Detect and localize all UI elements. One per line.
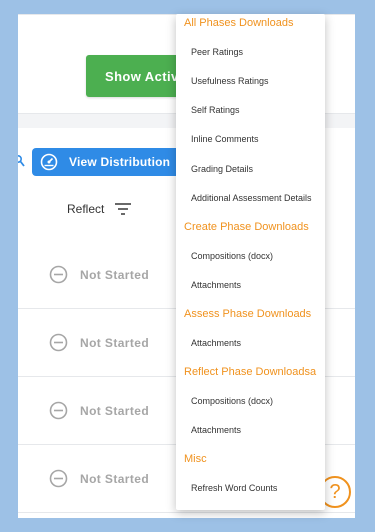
reflect-column-label: Reflect [67,202,105,216]
status-not-started: Not Started [49,401,149,420]
menu-item-attachments[interactable]: Attachments [191,280,241,290]
status-not-started: Not Started [49,265,149,284]
status-not-started: Not Started [49,469,149,488]
speedometer-icon [40,153,58,171]
menu-section-reflect-phase: Reflect Phase Downloadsa [184,366,317,378]
menu-item-compositions-docx[interactable]: Compositions (docx) [191,396,273,406]
status-not-started: Not Started [49,333,149,352]
menu-item-additional-assessment-details[interactable]: Additional Assessment Details [191,193,312,203]
menu-item-refresh-word-counts[interactable]: Refresh Word Counts [191,483,277,493]
minus-circle-icon [49,333,68,352]
menu-item-peer-ratings[interactable]: Peer Ratings [191,47,243,57]
menu-section-all-phases: All Phases Downloads [184,17,294,29]
minus-circle-icon [49,469,68,488]
menu-section-assess-phase: Assess Phase Downloads [184,308,312,320]
minus-circle-icon [49,265,68,284]
status-label: Not Started [80,403,150,418]
menu-section-misc: Misc [184,453,207,465]
menu-item-grading-details[interactable]: Grading Details [191,164,253,174]
menu-item-attachments[interactable]: Attachments [191,425,241,435]
minus-circle-icon [49,401,68,420]
menu-item-inline-comments[interactable]: Inline Comments [191,134,259,144]
menu-item-attachments[interactable]: Attachments [191,338,241,348]
menu-item-usefulness-ratings[interactable]: Usefulness Ratings [191,76,269,86]
view-distribution-label: View Distribution [69,155,171,169]
reflect-column-header[interactable]: Reflect [67,202,132,216]
status-label: Not Started [80,267,150,282]
menu-section-create-phase: Create Phase Downloads [184,221,309,233]
menu-item-compositions-docx[interactable]: Compositions (docx) [191,251,273,261]
help-icon: ? [329,480,341,503]
filter-icon[interactable] [114,202,132,216]
search-icon[interactable] [18,154,26,168]
status-label: Not Started [80,471,150,486]
view-distribution-button[interactable]: View Distribution [32,148,182,176]
downloads-menu: All Phases Downloads Peer Ratings Useful… [176,14,325,510]
menu-item-self-ratings[interactable]: Self Ratings [191,105,240,115]
status-label: Not Started [80,335,150,350]
